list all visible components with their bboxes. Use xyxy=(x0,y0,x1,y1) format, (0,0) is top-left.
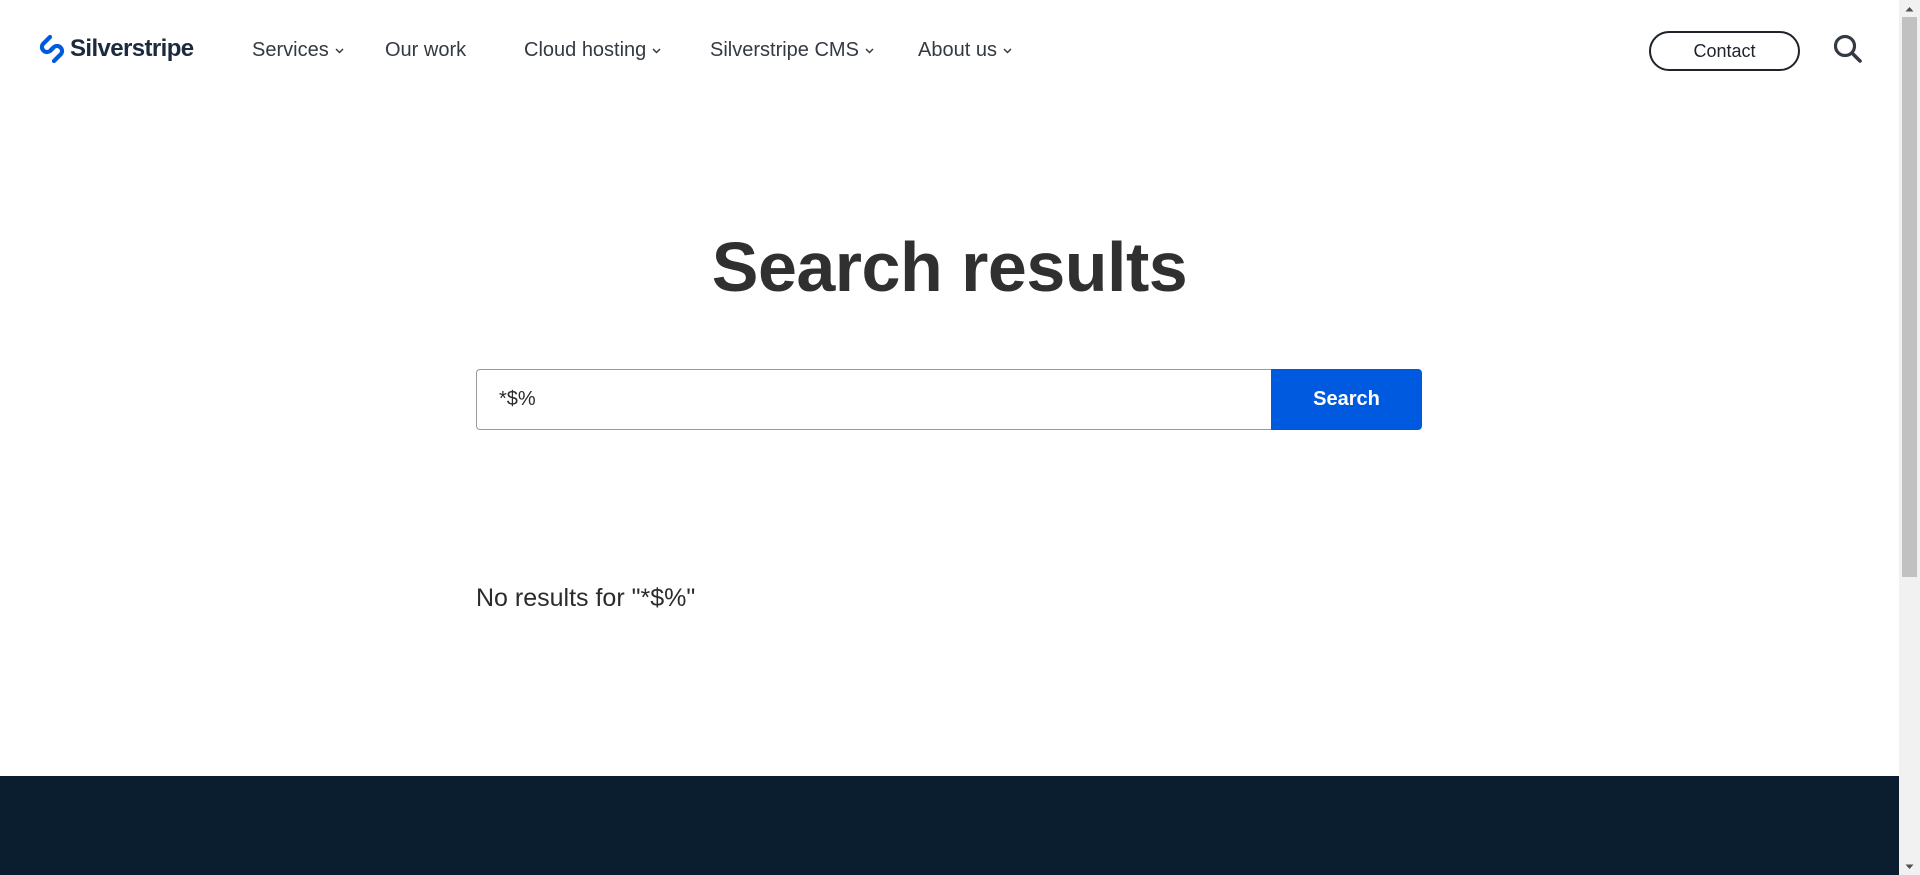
nav-item-label: About us xyxy=(918,38,997,61)
site-header: Silverstripe Services Our work Cloud hos… xyxy=(0,0,1899,100)
logo-text: Silverstripe xyxy=(70,35,194,62)
nav-item-label: Silverstripe CMS xyxy=(710,38,859,61)
vertical-scrollbar[interactable] xyxy=(1899,0,1920,875)
nav-item-silverstripe-cms[interactable]: Silverstripe CMS xyxy=(710,36,874,64)
nav-item-label: Our work xyxy=(385,38,467,61)
search-form: Search xyxy=(476,369,1422,430)
chevron-down-icon xyxy=(335,48,344,54)
site-footer xyxy=(0,776,1899,875)
nav-item-cloud-hosting[interactable]: Cloud hosting xyxy=(524,36,661,64)
nav-item-about-us[interactable]: About us xyxy=(918,36,1012,64)
search-icon xyxy=(1833,34,1862,63)
scroll-up-arrow[interactable] xyxy=(1899,0,1920,17)
search-input[interactable] xyxy=(476,369,1271,430)
contact-button[interactable]: Contact xyxy=(1649,31,1800,71)
search-button[interactable]: Search xyxy=(1271,369,1422,430)
scroll-down-arrow[interactable] xyxy=(1899,858,1920,875)
scrollbar-thumb[interactable] xyxy=(1902,17,1917,577)
nav-item-label: Cloud hosting xyxy=(524,38,647,61)
nav-item-services[interactable]: Services xyxy=(252,36,344,64)
silverstripe-logo[interactable]: Silverstripe xyxy=(37,33,194,65)
no-results-message: No results for "*$%" xyxy=(476,584,696,612)
page-title: Search results xyxy=(711,228,1188,306)
scroll-up-icon xyxy=(1905,6,1914,11)
chevron-down-icon xyxy=(652,48,661,54)
chevron-down-icon xyxy=(865,48,874,54)
silverstripe-logo-icon xyxy=(39,34,65,64)
page: Silverstripe Services Our work Cloud hos… xyxy=(0,0,1899,875)
search-toggle-button[interactable] xyxy=(1832,33,1864,65)
nav-item-our-work[interactable]: Our work xyxy=(385,36,466,64)
chevron-down-icon xyxy=(1003,48,1012,54)
nav-item-label: Services xyxy=(252,38,329,61)
scroll-down-icon xyxy=(1905,864,1914,869)
